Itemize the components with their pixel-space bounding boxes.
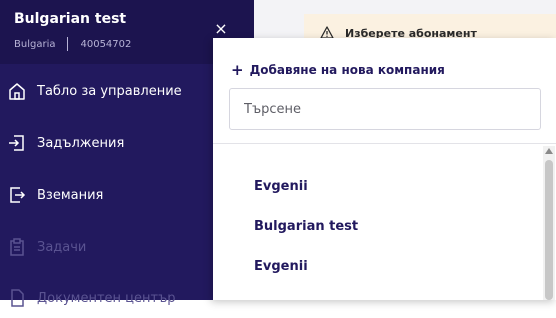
nav-item-label: Задължения	[37, 135, 125, 151]
clipboard-icon	[10, 238, 24, 256]
add-company-label: Добавяне на нова компания	[249, 63, 445, 77]
nav-item-label: Вземания	[37, 187, 104, 203]
company-dropdown: + Добавяне на нова компания Evgenii Bulg…	[213, 38, 556, 300]
nav-item-label: Документен център	[37, 290, 176, 306]
company-id: 40054702	[80, 38, 132, 50]
company-meta: Bulgaria 40054702	[14, 37, 131, 51]
plus-icon: +	[231, 61, 244, 79]
company-list-item[interactable]: Bulgarian test	[254, 219, 358, 234]
sign-in-icon	[9, 135, 24, 151]
home-icon	[9, 83, 25, 100]
meta-separator	[67, 37, 69, 51]
scroll-up-arrow-icon[interactable]	[545, 148, 553, 154]
company-list-item[interactable]: Evgenii	[254, 179, 308, 194]
company-country: Bulgaria	[14, 38, 56, 50]
sign-out-icon	[10, 187, 26, 203]
divider	[213, 143, 556, 144]
nav-item-label: Задачи	[37, 239, 87, 255]
scroll-thumb[interactable]	[545, 160, 553, 300]
nav-item-label: Табло за управление	[37, 83, 182, 99]
close-icon[interactable]: ×	[211, 19, 231, 39]
document-icon	[11, 289, 24, 307]
scrollbar[interactable]	[543, 146, 555, 300]
company-name: Bulgarian test	[14, 11, 127, 27]
search-input[interactable]	[229, 88, 541, 130]
company-list-item[interactable]: Evgenii	[254, 259, 308, 274]
add-company-button[interactable]: + Добавяне на нова компания	[231, 61, 445, 79]
